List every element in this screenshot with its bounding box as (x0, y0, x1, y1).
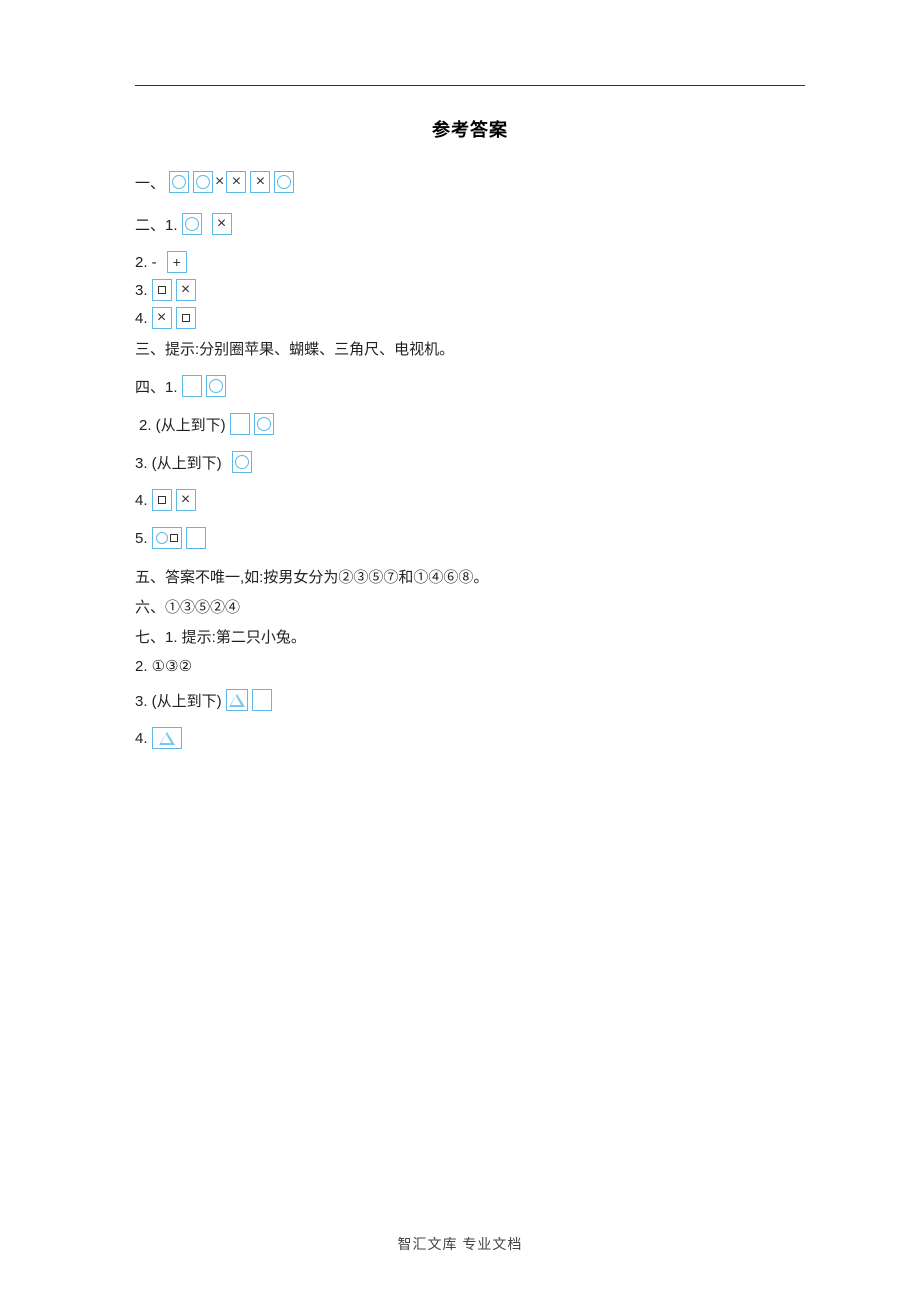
cross-icon: × (157, 310, 166, 326)
answer-line-4-4: 4. × (135, 488, 805, 512)
plus-icon: + (173, 255, 181, 269)
answer-box (226, 689, 248, 711)
answer-line-2-4: 4. × (135, 306, 805, 330)
answer-box: + (167, 251, 187, 273)
answer-box (176, 307, 196, 329)
answer-box: × (226, 171, 246, 193)
square-icon (158, 286, 166, 294)
square-icon (170, 534, 178, 542)
answer-box (169, 171, 189, 193)
answer-line-7-3: 3. (从上到下) (135, 688, 805, 712)
answer-box (186, 527, 206, 549)
page-content: 参考答案 一、 × × × 二、1. × 2. - + 3. × 4. × 三、… (0, 0, 920, 804)
label-4-1: 四、1. (135, 376, 178, 397)
answer-box: × (250, 171, 270, 193)
answer-line-2-1: 二、1. × (135, 212, 805, 236)
circle-icon (196, 175, 210, 189)
circle-icon (235, 455, 249, 469)
answer-box: × (176, 489, 196, 511)
answer-box (252, 689, 272, 711)
text-5: 五、答案不唯一,如:按男女分为②③⑤⑦和①④⑥⑧。 (135, 566, 488, 587)
square-icon (182, 314, 190, 322)
answer-line-2-2: 2. - + (135, 250, 805, 274)
answer-box (152, 727, 182, 749)
answer-line-7-4: 4. (135, 726, 805, 750)
cross-icon: × (181, 492, 190, 508)
label-4-3: 3. (从上到下) (135, 452, 222, 473)
answer-line-4-1: 四、1. (135, 374, 805, 398)
circle-icon (277, 175, 291, 189)
answer-box: × (212, 213, 232, 235)
answer-line-6: 六、①③⑤②④ (135, 594, 805, 618)
answer-line-5: 五、答案不唯一,如:按男女分为②③⑤⑦和①④⑥⑧。 (135, 564, 805, 588)
answer-line-3: 三、提示:分别圈苹果、蝴蝶、三角尺、电视机。 (135, 336, 805, 360)
label-1: 一、 (135, 172, 165, 193)
answer-box (254, 413, 274, 435)
answer-box (152, 489, 172, 511)
label-4-4: 4. (135, 492, 148, 509)
text-7-1: 七、1. 提示:第二只小兔。 (135, 626, 306, 647)
triangle-icon (229, 694, 245, 707)
circle-icon (257, 417, 271, 431)
answer-line-7-1: 七、1. 提示:第二只小兔。 (135, 624, 805, 648)
text-6: 六、①③⑤②④ (135, 596, 240, 617)
text-7-2: 2. ①③② (135, 657, 192, 675)
triangle-icon (159, 732, 175, 745)
cross-icon: × (256, 174, 265, 190)
answer-box (182, 213, 202, 235)
answer-box: × (152, 307, 172, 329)
label-4-2: 2. (从上到下) (139, 414, 226, 435)
answer-box (152, 527, 182, 549)
answer-line-4-5: 5. (135, 526, 805, 550)
label-7-3: 3. (从上到下) (135, 690, 222, 711)
answer-box: × (176, 279, 196, 301)
answer-box (152, 279, 172, 301)
text-3: 三、提示:分别圈苹果、蝴蝶、三角尺、电视机。 (135, 338, 454, 359)
label-4-5: 5. (135, 530, 148, 547)
label-2-3: 3. (135, 282, 148, 299)
answer-box (182, 375, 202, 397)
answer-box (274, 171, 294, 193)
answer-line-4-3: 3. (从上到下) (135, 450, 805, 474)
top-rule (135, 85, 805, 86)
page-footer: 智汇文库 专业文档 (0, 1234, 920, 1254)
circle-icon (185, 217, 199, 231)
label-7-4: 4. (135, 730, 148, 747)
answer-box (193, 171, 213, 193)
answer-box (230, 413, 250, 435)
circle-icon (209, 379, 223, 393)
square-icon (158, 496, 166, 504)
circle-icon (156, 532, 168, 544)
cross-icon: × (215, 174, 224, 190)
circle-icon (172, 175, 186, 189)
label-2-1: 二、1. (135, 214, 178, 235)
cross-icon: × (217, 216, 226, 232)
page-title: 参考答案 (135, 116, 805, 142)
cross-icon: × (181, 282, 190, 298)
answer-line-1: 一、 × × × (135, 170, 805, 194)
answer-line-2-3: 3. × (135, 278, 805, 302)
label-2-4: 4. (135, 310, 148, 327)
answer-line-7-2: 2. ①③② (135, 654, 805, 678)
answer-box (232, 451, 252, 473)
answer-line-4-2: 2. (从上到下) (135, 412, 805, 436)
label-2-2: 2. - (135, 254, 157, 271)
answer-box (206, 375, 226, 397)
cross-icon: × (232, 174, 241, 190)
